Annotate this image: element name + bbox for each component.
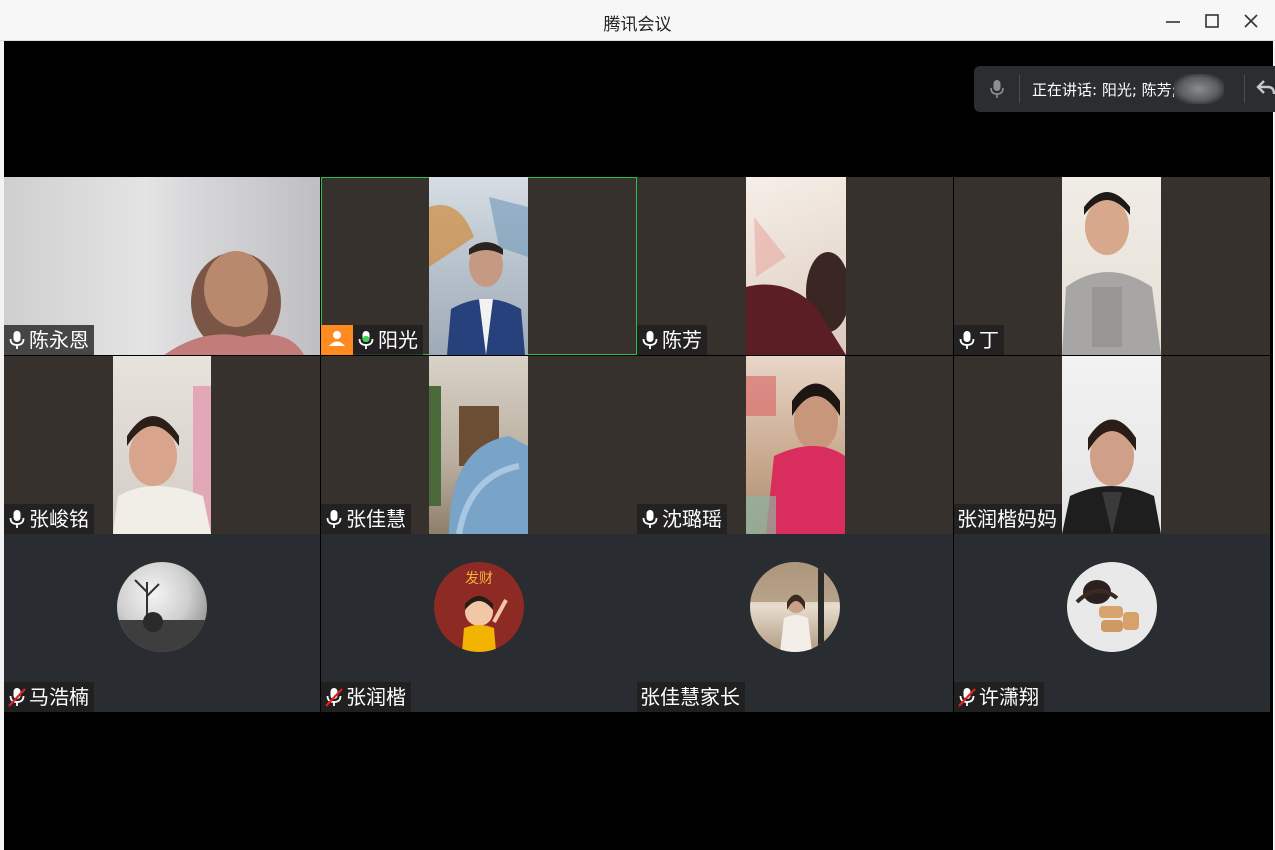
video-feed bbox=[1062, 177, 1161, 355]
participant-name: 许潇翔 bbox=[979, 685, 1039, 709]
mic-muted-icon bbox=[324, 686, 344, 708]
video-feed bbox=[746, 356, 845, 534]
participant-name: 张峻铭 bbox=[29, 507, 89, 531]
participant-tile[interactable]: 发财 张润楷 bbox=[321, 534, 637, 712]
mic-icon bbox=[324, 508, 344, 530]
title-bar: 腾讯会议 bbox=[0, 0, 1275, 41]
divider bbox=[1244, 75, 1245, 103]
participant-tile[interactable]: 张峻铭 bbox=[4, 356, 320, 534]
mic-muted-icon bbox=[7, 686, 27, 708]
mic-icon bbox=[7, 329, 27, 351]
participant-label: 陈永恩 bbox=[4, 325, 94, 355]
person-silhouette bbox=[113, 386, 211, 534]
participant-label: 沈璐瑶 bbox=[637, 504, 727, 534]
maximize-button[interactable] bbox=[1199, 8, 1225, 34]
participant-name: 张佳慧家长 bbox=[640, 685, 740, 709]
maximize-icon bbox=[1199, 8, 1225, 34]
speaking-indicator-bar[interactable]: 正在讲话: 阳光; 陈芳; bbox=[974, 66, 1275, 112]
participant-label: 陈芳 bbox=[637, 325, 707, 355]
host-person-icon bbox=[327, 328, 347, 352]
back-arrow-icon[interactable] bbox=[1256, 78, 1275, 102]
mic-icon bbox=[988, 79, 1006, 103]
video-feed bbox=[113, 356, 211, 534]
video-feed bbox=[429, 356, 528, 534]
participant-tile[interactable]: 丁 bbox=[954, 177, 1270, 355]
participant-label: 张佳慧家长 bbox=[637, 682, 745, 712]
mic-icon bbox=[957, 329, 977, 351]
mic-icon bbox=[7, 508, 27, 530]
participant-name: 阳光 bbox=[378, 328, 418, 352]
participant-tile[interactable]: 马浩楠 bbox=[4, 534, 320, 712]
avatar-caption: 发财 bbox=[465, 571, 493, 587]
participant-label: 张峻铭 bbox=[4, 504, 94, 534]
person-silhouette bbox=[746, 217, 846, 355]
person-silhouette bbox=[1062, 419, 1161, 534]
host-badge bbox=[321, 325, 353, 355]
avatar: 发财 bbox=[434, 562, 524, 652]
minimize-icon bbox=[1160, 8, 1186, 34]
person-silhouette bbox=[1062, 192, 1161, 355]
avatar-image bbox=[117, 579, 207, 652]
participant-tile[interactable]: 陈芳 bbox=[637, 177, 953, 355]
close-button[interactable] bbox=[1238, 8, 1264, 34]
participant-tile[interactable]: 张佳慧 bbox=[321, 356, 637, 534]
participant-label: 马浩楠 bbox=[4, 682, 94, 712]
mic-muted-icon bbox=[957, 686, 977, 708]
participant-label: 张佳慧 bbox=[321, 504, 411, 534]
participant-label: 丁 bbox=[954, 325, 1004, 355]
participant-tile[interactable]: 张佳慧家长 bbox=[637, 534, 953, 712]
window-title: 腾讯会议 bbox=[603, 15, 672, 35]
participant-name: 张润楷妈妈 bbox=[957, 507, 1057, 531]
participant-label: 阳光 bbox=[353, 325, 423, 355]
minimize-button[interactable] bbox=[1160, 8, 1186, 34]
video-feed bbox=[1062, 356, 1161, 534]
participant-tile[interactable]: 许潇翔 bbox=[954, 534, 1270, 712]
video-feed bbox=[429, 177, 528, 355]
participant-tile[interactable]: 张润楷妈妈 bbox=[954, 356, 1270, 534]
participant-label: 张润楷 bbox=[321, 682, 411, 712]
avatar-image bbox=[1075, 580, 1139, 632]
mic-icon bbox=[640, 508, 660, 530]
participant-name: 陈芳 bbox=[662, 328, 702, 352]
participant-name: 丁 bbox=[979, 328, 999, 352]
participant-name: 马浩楠 bbox=[29, 685, 89, 709]
participant-name: 张佳慧 bbox=[346, 507, 406, 531]
avatar-image bbox=[750, 562, 840, 652]
blurred-speaker-avatar bbox=[1174, 74, 1224, 104]
person-silhouette bbox=[746, 376, 845, 534]
participant-tile-active-speaker[interactable]: 阳光 bbox=[321, 177, 637, 355]
avatar bbox=[1067, 562, 1157, 652]
participant-name: 张润楷 bbox=[346, 685, 406, 709]
video-feed bbox=[746, 177, 846, 355]
avatar bbox=[750, 562, 840, 652]
participant-name: 沈璐瑶 bbox=[662, 507, 722, 531]
participant-label: 许潇翔 bbox=[954, 682, 1044, 712]
divider bbox=[1019, 75, 1020, 103]
mic-icon bbox=[640, 329, 660, 351]
mic-talking-icon bbox=[356, 329, 376, 351]
room-scene bbox=[429, 386, 528, 534]
speaking-text: 正在讲话: 阳光; 陈芳; bbox=[1032, 81, 1177, 99]
avatar bbox=[117, 562, 207, 652]
participant-tile[interactable]: 沈璐瑶 bbox=[637, 356, 953, 534]
participant-tile[interactable]: 陈永恩 bbox=[4, 177, 320, 355]
person-silhouette bbox=[429, 197, 528, 355]
participant-grid: 陈永恩 阳光 陈芳 丁 张峻铭 张佳慧 沈璐瑶 张润楷妈妈 马浩楠 发财 张润楷… bbox=[4, 177, 1270, 712]
participant-label: 张润楷妈妈 bbox=[954, 504, 1062, 534]
participant-name: 陈永恩 bbox=[29, 328, 89, 352]
close-icon bbox=[1238, 8, 1264, 34]
